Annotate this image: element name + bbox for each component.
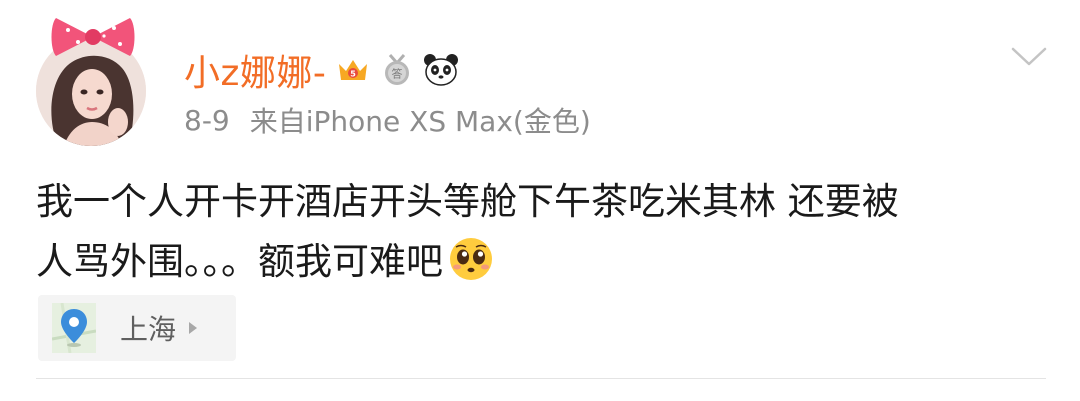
username[interactable]: 小z娜娜- xyxy=(184,44,326,96)
badge-list: 5 答 xyxy=(334,51,460,89)
source-prefix: 来自 xyxy=(249,105,306,138)
post-content: 我一个人开卡开酒店开头等舱下午茶吃米其林 还要被 人骂外围。。。额我可难吧 xyxy=(36,172,1046,292)
bow-decoration-icon xyxy=(51,18,135,56)
weibo-post: 小z娜娜- 5 答 8-9 来自 iPhone XS Max(金色) 我一个人开… xyxy=(0,0,1080,401)
post-date: 8-9 xyxy=(184,103,230,137)
post-text-line: 我一个人开卡开酒店开头等舱下午茶吃米其林 还要被 xyxy=(36,180,899,223)
chevron-down-icon[interactable] xyxy=(1010,44,1048,70)
divider xyxy=(36,378,1046,379)
device-source: iPhone XS Max(金色) xyxy=(305,105,591,138)
location-label: 上海 xyxy=(120,313,177,346)
username-row: 小z娜娜- 5 答 xyxy=(184,44,460,96)
panda-badge-icon[interactable] xyxy=(422,51,460,89)
location-pin-icon xyxy=(52,303,96,353)
post-meta: 8-9 来自 iPhone XS Max(金色) xyxy=(184,100,591,140)
svg-text:5: 5 xyxy=(351,70,357,79)
location-tag[interactable]: 上海 xyxy=(38,295,236,361)
caret-right-icon xyxy=(189,322,198,334)
post-text-line-2: 人骂外围。。。额我可难吧 xyxy=(36,232,1046,292)
svg-text:答: 答 xyxy=(392,67,403,81)
post-text-line: 人骂外围。。。额我可难吧 xyxy=(36,240,443,283)
crown-badge-icon[interactable]: 5 xyxy=(334,51,372,89)
medal-badge-icon[interactable]: 答 xyxy=(378,51,416,89)
pleading-face-emoji-icon xyxy=(450,238,492,280)
